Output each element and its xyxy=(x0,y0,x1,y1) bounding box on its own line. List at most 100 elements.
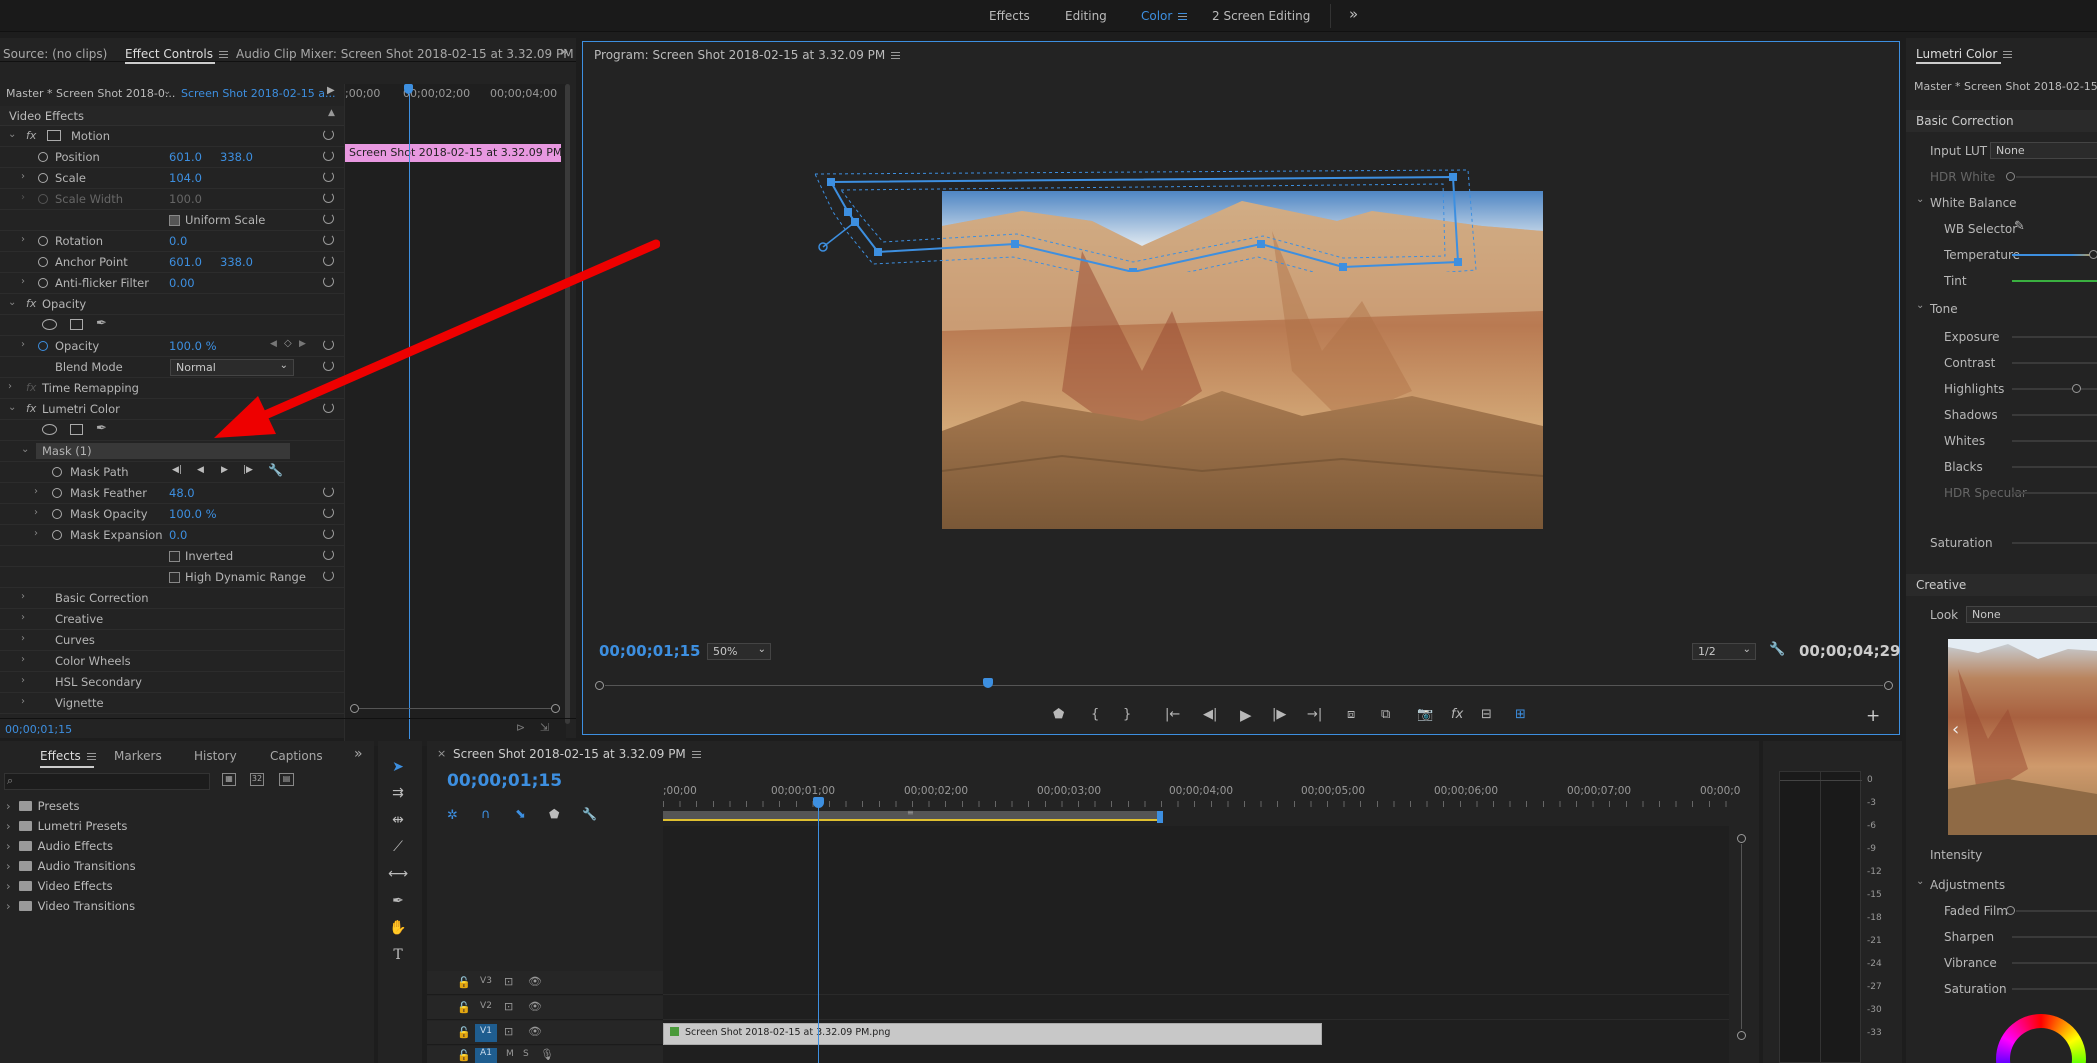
chevron-down-icon[interactable]: ⌄ xyxy=(8,297,16,308)
scrub-end-icon[interactable] xyxy=(1884,681,1893,690)
checkbox-checked-icon[interactable] xyxy=(169,215,180,226)
time-remapping-row[interactable]: › fx Time Remapping xyxy=(0,378,344,399)
timeline-timecode[interactable]: 00;00;01;15 xyxy=(447,771,562,791)
chevron-right-icon[interactable]: › xyxy=(21,339,25,350)
reset-icon[interactable] xyxy=(323,360,334,371)
collapse-up-icon[interactable]: ▲ xyxy=(328,108,335,118)
razor-tool-icon[interactable]: ⟋ xyxy=(388,839,408,859)
track-header-v2[interactable]: 🔓 V2 ⊡ 👁 xyxy=(427,996,663,1020)
track-label-a1[interactable]: A1 xyxy=(475,1048,497,1063)
track-forward-one-icon[interactable]: ▶ xyxy=(221,465,228,475)
timeline-ruler[interactable]: ;00;00 00;00;01;00 00;00;02;00 00;00;03;… xyxy=(663,781,1740,811)
timeline-vscroll-bottom[interactable] xyxy=(1737,1031,1746,1040)
subsection-curves[interactable]: › Curves xyxy=(0,630,344,651)
slip-tool-icon[interactable]: ⟷ xyxy=(388,866,408,886)
reset-icon[interactable] xyxy=(323,171,334,182)
chevron-down-icon[interactable]: ⌄ xyxy=(21,444,29,455)
chevron-right-icon[interactable]: › xyxy=(21,171,25,182)
step-back-icon[interactable]: ◀| xyxy=(1203,707,1217,722)
zoom-handle-left[interactable] xyxy=(350,704,359,713)
folder-audio-transitions[interactable]: › Audio Transitions xyxy=(6,859,136,873)
ellipse-mask-icon[interactable] xyxy=(42,319,57,330)
tab-effects[interactable]: Effects xyxy=(40,749,96,763)
lock-icon[interactable]: 🔓 xyxy=(457,1001,471,1014)
tint-slider[interactable] xyxy=(2012,280,2097,282)
menu-icon[interactable] xyxy=(891,52,901,59)
sharpen-slider[interactable] xyxy=(2012,936,2097,938)
chevron-right-icon[interactable]: › xyxy=(34,486,38,497)
filter-icon[interactable]: ⊳ xyxy=(516,721,525,734)
tab-markers[interactable]: Markers xyxy=(114,749,162,763)
folder-video-transitions[interactable]: › Video Transitions xyxy=(6,899,135,913)
position-y-value[interactable]: 338.0 xyxy=(220,150,253,164)
comparison-view-icon[interactable]: ⊟ xyxy=(1481,707,1492,722)
chevron-right-icon[interactable]: › xyxy=(21,675,25,686)
temperature-slider[interactable] xyxy=(2012,254,2097,256)
lock-icon[interactable]: 🔓 xyxy=(457,976,471,989)
sync-lock-icon[interactable]: ⊡ xyxy=(504,1000,513,1013)
add-marker-icon[interactable]: ⬟ xyxy=(1053,707,1064,722)
stopwatch-icon[interactable] xyxy=(38,341,48,351)
scrub-start-icon[interactable] xyxy=(595,681,604,690)
chevron-down-icon[interactable]: ⌄ xyxy=(1916,876,1924,887)
export-icon[interactable]: ⇲ xyxy=(540,721,549,734)
faded-film-slider[interactable] xyxy=(2016,910,2097,912)
chevron-right-icon[interactable]: › xyxy=(8,381,12,392)
resolution-select[interactable]: 1/2 ⌄ xyxy=(1692,643,1756,660)
clip-label[interactable]: Screen Shot 2018-02-15 a... xyxy=(181,87,335,100)
add-marker-icon[interactable]: ⬟ xyxy=(549,807,559,821)
timeline-vscroll-top[interactable] xyxy=(1737,834,1746,843)
mask-row[interactable]: ⌄ Mask (1) xyxy=(0,441,344,462)
chevron-right-icon[interactable]: › xyxy=(21,633,25,644)
effects-search-input[interactable]: ⌕ xyxy=(4,773,210,790)
ec-timecode[interactable]: 00;00;01;15 xyxy=(5,723,72,736)
timeline-vscroll-track[interactable] xyxy=(1741,844,1742,1029)
opacity-group-row[interactable]: ⌄ fx Opacity xyxy=(0,294,344,315)
stopwatch-icon[interactable] xyxy=(38,173,48,183)
track-area[interactable]: Screen Shot 2018-02-15 at 3.32.09 PM.png xyxy=(663,826,1729,1063)
vr-view-icon[interactable]: ⊞ xyxy=(1515,707,1526,722)
track-backward-icon[interactable]: ◀| xyxy=(172,465,182,475)
subsection-basic[interactable]: › Basic Correction xyxy=(0,588,344,609)
saturation-slider[interactable] xyxy=(2012,542,2097,544)
track-label-v2[interactable]: V2 xyxy=(475,1001,497,1011)
reset-icon[interactable] xyxy=(323,234,334,245)
linked-selection-icon[interactable]: ⬊ xyxy=(515,807,526,822)
fx-icon[interactable]: fx xyxy=(26,297,36,310)
more-tabs-icon[interactable]: » xyxy=(560,44,569,60)
zoom-select[interactable]: 50% ⌄ xyxy=(707,643,771,660)
tab-source[interactable]: Source: (no clips) xyxy=(3,47,107,61)
fx-icon[interactable]: fx xyxy=(1451,707,1463,722)
reset-icon[interactable] xyxy=(323,339,334,350)
folder-lumetri-presets[interactable]: › Lumetri Presets xyxy=(6,819,127,833)
hdr-specular-slider[interactable] xyxy=(2012,492,2097,494)
rectangle-mask-icon[interactable] xyxy=(70,424,83,435)
lock-icon[interactable]: 🔓 xyxy=(457,1026,471,1039)
sync-lock-icon[interactable]: ⊡ xyxy=(504,975,513,988)
scale-value[interactable]: 104.0 xyxy=(169,171,202,185)
chevron-right-icon[interactable]: › xyxy=(21,234,25,245)
look-select[interactable]: None xyxy=(1966,606,2097,623)
antiflicker-value[interactable]: 0.00 xyxy=(169,276,195,290)
ripple-edit-tool-icon[interactable]: ⇹ xyxy=(388,812,408,832)
selection-tool-icon[interactable]: ➤ xyxy=(388,759,408,779)
go-to-out-icon[interactable]: →| xyxy=(1307,707,1322,722)
stopwatch-icon[interactable] xyxy=(52,509,62,519)
ec-zoom-bar[interactable] xyxy=(350,704,560,714)
eye-icon[interactable]: 👁 xyxy=(528,1025,542,1038)
folder-video-effects[interactable]: › Video Effects xyxy=(6,879,113,893)
motion-row[interactable]: ⌄ fx Motion xyxy=(0,126,344,147)
close-icon[interactable]: × xyxy=(437,747,446,760)
reset-icon[interactable] xyxy=(323,507,334,518)
snap-icon[interactable]: ∩ xyxy=(481,807,491,822)
subsection-hsl[interactable]: › HSL Secondary xyxy=(0,672,344,693)
color-wheel-icon[interactable] xyxy=(1996,1014,2086,1063)
shadows-slider[interactable] xyxy=(2012,414,2097,416)
lumetri-row[interactable]: ⌄ fx Lumetri Color xyxy=(0,399,344,420)
subsection-creative[interactable]: › Creative xyxy=(0,609,344,630)
basic-correction-header[interactable]: Basic Correction xyxy=(1906,110,2097,132)
mask-feather-value[interactable]: 48.0 xyxy=(169,486,195,500)
reset-icon[interactable] xyxy=(323,528,334,539)
tab-effect-controls[interactable]: Effect Controls xyxy=(125,47,228,61)
mask-opacity-value[interactable]: 100.0 % xyxy=(169,507,217,521)
